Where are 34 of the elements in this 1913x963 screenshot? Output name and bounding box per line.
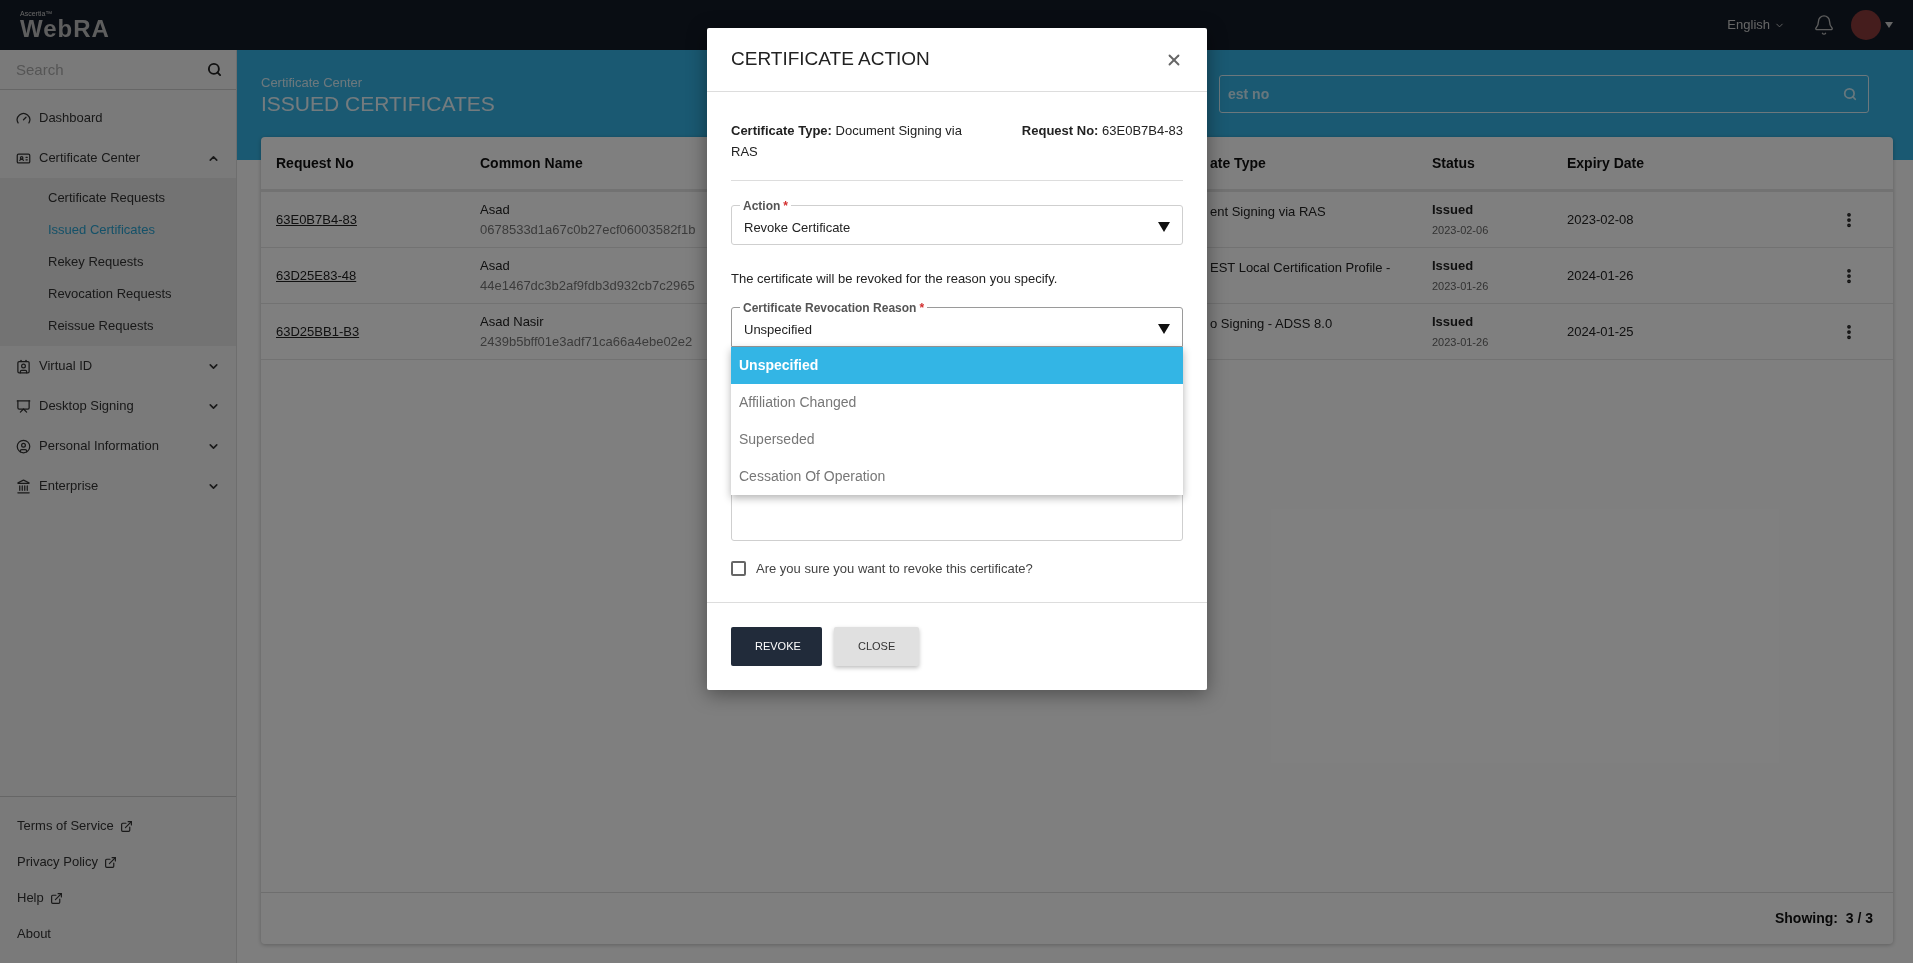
certificate-type: EST Local Certification Profile - (1210, 259, 1392, 277)
hash-text: 2439b5bff01e3adf71ca66a4ebe02e2 (480, 332, 694, 351)
common-name: Asad (480, 200, 511, 219)
status-date: 2023-02-06 (1432, 222, 1490, 238)
status-text: Issued (1432, 256, 1475, 275)
column-header: Status (1432, 153, 1476, 173)
select-value: Revoke Certificate (744, 219, 852, 238)
status-text: Issued (1432, 200, 1475, 219)
checkbox-label: Are you sure you want to revoke this certificate? (756, 559, 1033, 578)
status-text: Issued (1432, 312, 1475, 331)
dialog-title: CERTIFICATE ACTION (731, 47, 931, 72)
info-text: Certificate Type: Document Signing via RAS (731, 122, 963, 161)
expiry-date: 2024-01-26 (1567, 266, 1635, 285)
common-name: Asad Nasir (480, 312, 545, 331)
reason-note: The certificate will be revoked for the reason you specify. (731, 270, 1059, 288)
common-name: Asad (480, 256, 511, 275)
hash-text: 44e1467dc3b2af9fdb3d932cb7c2965 (480, 276, 696, 295)
expiry-date: 2024-01-25 (1567, 322, 1635, 341)
column-header: Request No (276, 153, 355, 173)
select-value: Unspecified (744, 320, 813, 339)
info-text: Request No: 63E0B7B4-83 (1021, 122, 1183, 140)
certificate-type: o Signing - ADSS 8.0 (1210, 315, 1334, 333)
brand-logo: WebRA (20, 16, 110, 41)
breadcrumb: Certificate Center (261, 75, 364, 92)
showing-count: Showing: 3 / 3 (1775, 909, 1873, 928)
status-date: 2023-01-26 (1432, 334, 1490, 350)
column-header: Expiry Date (1567, 153, 1646, 173)
column-header: Common Name (480, 153, 584, 173)
hash-text: 0678533d1a67c0b27ecf06003582f1b (480, 220, 697, 239)
column-header: ate Type (1210, 153, 1267, 173)
status-date: 2023-01-26 (1432, 278, 1490, 294)
certificate-type: ent Signing via RAS (1210, 203, 1327, 221)
expiry-date: 2023-02-08 (1567, 210, 1635, 229)
page-title: ISSUED CERTIFICATES (261, 91, 495, 118)
